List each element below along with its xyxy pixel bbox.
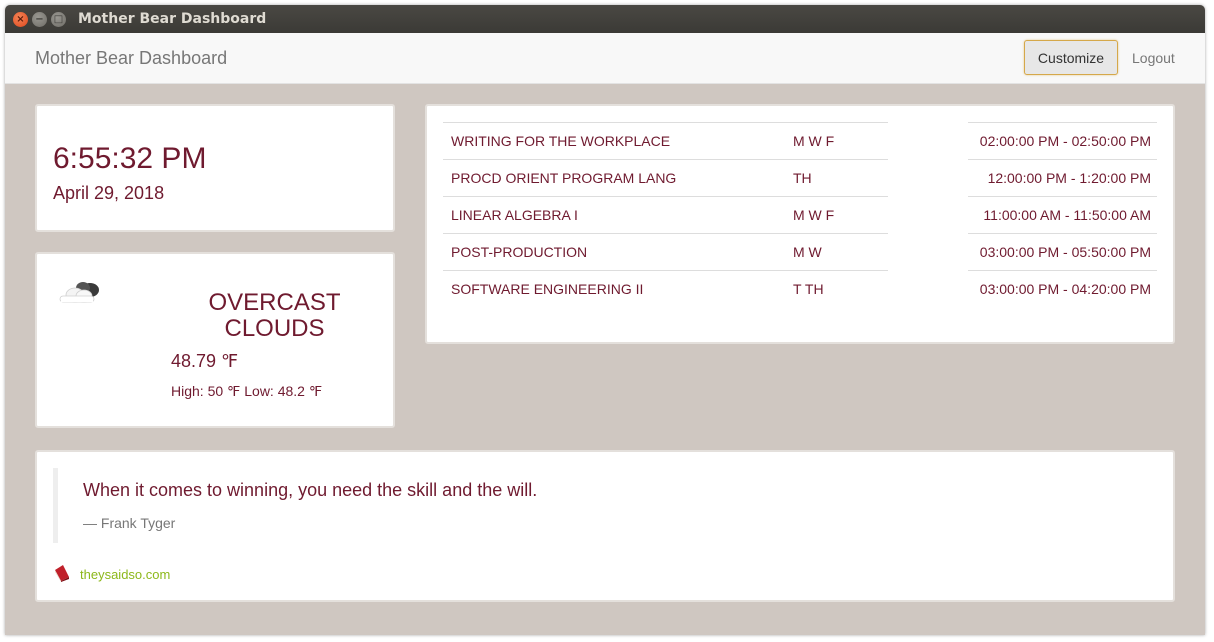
clock-panel: 6:55:32 PM April 29, 2018 [35, 104, 395, 232]
quote-author: — Frank Tyger [83, 515, 176, 531]
course-name: WRITING FOR THE WORKPLACE [451, 133, 671, 149]
customize-button[interactable]: Customize [1024, 40, 1118, 75]
schedule-row: SOFTWARE ENGINEERING II T TH 03:00:00 PM… [443, 270, 1159, 307]
weather-temperature: 48.79 ℉ [171, 351, 239, 371]
book-icon[interactable] [53, 564, 71, 582]
row-divider [443, 233, 888, 234]
course-time: 12:00:00 PM - 1:20:00 PM [987, 170, 1151, 186]
row-divider [968, 159, 1157, 160]
window-title: Mother Bear Dashboard [78, 11, 267, 27]
row-divider [443, 122, 888, 123]
quote-panel: When it comes to winning, you need the s… [35, 450, 1175, 602]
course-time: 02:00:00 PM - 02:50:00 PM [979, 133, 1151, 149]
weather-condition: OVERCAST CLOUDS [208, 289, 341, 342]
course-time: 11:00:00 AM - 11:50:00 AM [983, 207, 1151, 223]
course-name: LINEAR ALGEBRA I [451, 207, 578, 223]
course-days: TH [793, 170, 812, 186]
row-divider [443, 196, 888, 197]
navbar: Mother Bear Dashboard Customize Logout [5, 33, 1205, 84]
quote-text: When it comes to winning, you need the s… [83, 480, 538, 500]
row-divider [968, 122, 1157, 123]
window-close-button[interactable]: × [13, 12, 28, 27]
weather-panel: OVERCAST CLOUDS 48.79 ℉ High: 50 ℉ Low: … [35, 252, 395, 428]
schedule-panel: WRITING FOR THE WORKPLACE M W F 02:00:00… [425, 104, 1175, 344]
schedule-row: PROCD ORIENT PROGRAM LANG TH 12:00:00 PM… [443, 159, 1159, 196]
navbar-brand[interactable]: Mother Bear Dashboard [35, 48, 227, 69]
row-divider [968, 233, 1157, 234]
current-date: April 29, 2018 [53, 183, 165, 203]
course-name: PROCD ORIENT PROGRAM LANG [451, 170, 677, 186]
schedule-row: WRITING FOR THE WORKPLACE M W F 02:00:00… [443, 122, 1159, 159]
overcast-clouds-icon [59, 282, 99, 303]
course-time: 03:00:00 PM - 04:20:00 PM [979, 281, 1151, 297]
schedule-row: POST-PRODUCTION M W 03:00:00 PM - 05:50:… [443, 233, 1159, 270]
logout-link[interactable]: Logout [1132, 50, 1175, 66]
row-divider [968, 196, 1157, 197]
quote-blockquote: When it comes to winning, you need the s… [53, 468, 1053, 543]
course-time: 03:00:00 PM - 05:50:00 PM [979, 244, 1151, 260]
window-titlebar: × − □ Mother Bear Dashboard [5, 5, 1205, 33]
course-days: T TH [793, 281, 824, 297]
row-divider [968, 270, 1157, 271]
course-name: POST-PRODUCTION [451, 244, 588, 260]
current-time: 6:55:32 PM [53, 142, 207, 175]
course-days: M W F [793, 133, 835, 149]
row-divider [443, 159, 888, 160]
course-days: M W F [793, 207, 835, 223]
course-days: M W [793, 244, 822, 260]
theysaidso-link[interactable]: theysaidso.com [80, 567, 170, 582]
schedule-row: LINEAR ALGEBRA I M W F 11:00:00 AM - 11:… [443, 196, 1159, 233]
course-name: SOFTWARE ENGINEERING II [451, 281, 644, 297]
row-divider [443, 270, 888, 271]
window-maximize-button[interactable]: □ [51, 12, 66, 27]
window-minimize-button[interactable]: − [32, 12, 47, 27]
app-window: × − □ Mother Bear Dashboard Mother Bear … [5, 5, 1205, 635]
weather-high-low: High: 50 ℉ Low: 48.2 ℉ [171, 383, 323, 399]
